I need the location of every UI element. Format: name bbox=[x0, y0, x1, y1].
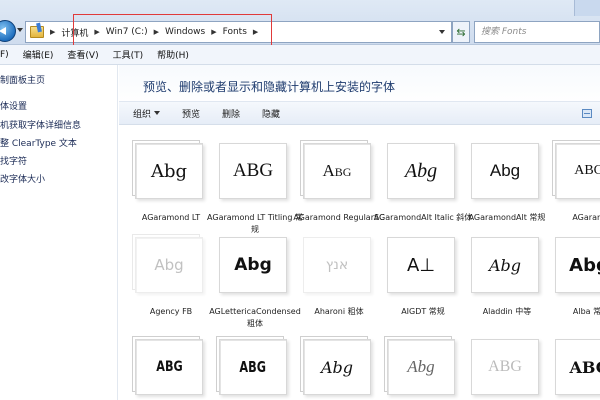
font-preview-glyph: Abg bbox=[322, 161, 352, 180]
breadcrumb-fonts[interactable]: Fonts bbox=[223, 27, 247, 37]
font-preview-card: ABG bbox=[471, 339, 539, 395]
chevron-right-icon[interactable]: ▶ bbox=[154, 28, 159, 36]
font-preview-glyph: A⊥ bbox=[407, 254, 435, 276]
font-preview-card: אנץ bbox=[303, 237, 371, 293]
menu-edit[interactable]: 编辑(E) bbox=[16, 48, 61, 61]
breadcrumb-drive-c[interactable]: Win7 (C:) bbox=[106, 27, 148, 37]
font-preview-glyph: ABG bbox=[574, 163, 600, 178]
font-preview-glyph: Abg bbox=[320, 357, 354, 377]
font-preview-card: Abg bbox=[135, 143, 203, 199]
font-preview-card: ABG bbox=[135, 339, 203, 395]
menu-tools[interactable]: 工具(T) bbox=[106, 48, 151, 61]
font-preview-card: Abg bbox=[303, 339, 371, 395]
menu-file[interactable]: F) bbox=[0, 50, 16, 60]
menu-bar: F) 编辑(E) 查看(V) 工具(T) 帮助(H) bbox=[0, 45, 600, 65]
address-bar-row: ▶ 计算机 ▶ Win7 (C:) ▶ Windows ▶ Fonts ▶ ⇆ bbox=[0, 0, 600, 46]
font-preview-card: ABG bbox=[555, 143, 600, 199]
font-preview-glyph: Abg bbox=[488, 255, 522, 275]
font-preview-glyph: Abg bbox=[150, 160, 188, 182]
font-preview-glyph: ABG bbox=[488, 358, 522, 375]
font-preview-card: ABC bbox=[555, 339, 600, 395]
font-preview-card: ABG bbox=[219, 143, 287, 199]
delete-button[interactable]: 删除 bbox=[222, 107, 240, 120]
font-preview-glyph: ABG bbox=[155, 359, 183, 375]
font-preview-glyph: Abg bbox=[154, 256, 184, 274]
organize-label: 组织 bbox=[133, 109, 152, 120]
font-preview-glyph: Abg bbox=[489, 161, 521, 180]
search-input[interactable] bbox=[481, 22, 591, 42]
fonts-folder-icon bbox=[30, 26, 44, 38]
address-box[interactable]: ▶ 计算机 ▶ Win7 (C:) ▶ Windows ▶ Fonts ▶ bbox=[25, 21, 452, 43]
font-preview-glyph: Abg bbox=[404, 159, 438, 182]
breadcrumb-windows[interactable]: Windows bbox=[165, 27, 205, 37]
font-preview-card: ABG bbox=[219, 339, 287, 395]
refresh-icon: ⇆ bbox=[456, 25, 466, 39]
font-preview-glyph: Abg bbox=[569, 254, 600, 276]
chevron-right-icon[interactable]: ▶ bbox=[253, 28, 258, 36]
content-pane: 预览、删除或者显示和隐藏计算机上安装的字体 组织 预览 删除 隐藏 Abg AG… bbox=[119, 65, 600, 400]
chevron-down-icon bbox=[154, 111, 161, 115]
font-settings-link[interactable]: 体设置 bbox=[0, 99, 27, 112]
breadcrumb-computer[interactable]: 计算机 bbox=[61, 26, 88, 39]
menu-view[interactable]: 查看(V) bbox=[60, 48, 105, 61]
back-arrow-icon[interactable] bbox=[0, 20, 16, 42]
chevron-right-icon[interactable]: ▶ bbox=[94, 28, 99, 36]
recent-pages-dropdown-icon[interactable] bbox=[17, 28, 23, 32]
font-name: Alba 常规 bbox=[572, 307, 600, 316]
control-panel-home-link[interactable]: 制面板主页 bbox=[0, 73, 45, 86]
get-font-info-online-link[interactable]: 机获取字体详细信息 bbox=[0, 118, 81, 131]
font-preview-glyph: ABG bbox=[232, 160, 274, 181]
chevron-right-icon[interactable]: ▶ bbox=[50, 28, 55, 36]
font-preview-card: Abg bbox=[387, 143, 455, 199]
font-preview-card: A⊥ bbox=[387, 237, 455, 293]
font-preview-card: Abg bbox=[387, 339, 455, 395]
address-history-dropdown-icon[interactable] bbox=[439, 30, 445, 34]
font-preview-card: Abg bbox=[555, 237, 600, 293]
chevron-right-icon[interactable]: ▶ bbox=[211, 28, 216, 36]
font-name: AGaramo bbox=[572, 213, 600, 222]
find-character-link[interactable]: 找字符 bbox=[0, 154, 27, 167]
window-control-area[interactable] bbox=[574, 0, 600, 16]
page-title: 预览、删除或者显示和隐藏计算机上安装的字体 bbox=[143, 80, 396, 94]
font-preview-card: Abg bbox=[471, 143, 539, 199]
preview-button[interactable]: 预览 bbox=[182, 107, 200, 120]
font-preview-glyph: Abg bbox=[407, 357, 435, 376]
view-options-icon[interactable] bbox=[582, 109, 592, 118]
organize-button[interactable]: 组织 bbox=[133, 107, 161, 120]
font-preview-glyph: Abg bbox=[234, 255, 272, 275]
font-preview-glyph: ABC bbox=[569, 357, 600, 377]
refresh-button[interactable]: ⇆ bbox=[452, 21, 470, 43]
font-preview-card: Abg bbox=[471, 237, 539, 293]
font-preview-card: Abg bbox=[135, 237, 203, 293]
adjust-cleartype-link[interactable]: 整 ClearType 文本 bbox=[0, 136, 77, 149]
menu-help[interactable]: 帮助(H) bbox=[150, 48, 196, 61]
navigation-pane: 制面板主页 体设置 机获取字体详细信息 整 ClearType 文本 找字符 改… bbox=[0, 65, 118, 400]
font-preview-glyph: אנץ bbox=[325, 257, 349, 273]
font-preview-card: Abg bbox=[303, 143, 371, 199]
font-preview-glyph: ABG bbox=[239, 358, 267, 376]
hide-button[interactable]: 隐藏 bbox=[262, 107, 280, 120]
command-toolbar: 组织 预览 删除 隐藏 bbox=[119, 101, 600, 125]
font-preview-card: Abg bbox=[219, 237, 287, 293]
change-font-size-link[interactable]: 改字体大小 bbox=[0, 172, 45, 185]
search-box[interactable] bbox=[474, 21, 600, 43]
